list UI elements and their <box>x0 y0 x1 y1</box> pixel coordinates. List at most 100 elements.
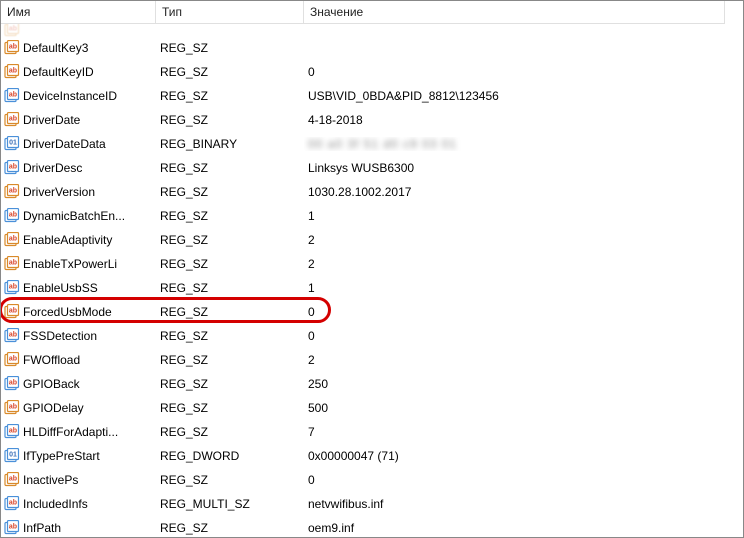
registry-listview[interactable]: Имя Тип Значение ab ab DefaultKey3REG_SZ… <box>1 1 725 537</box>
svg-text:ab: ab <box>9 164 17 171</box>
table-row[interactable]: ab EnableAdaptivity REG_SZ2 <box>1 228 725 252</box>
cell-name: ab ForcedUsbMode <box>1 304 156 320</box>
table-row[interactable]: ab GPIODelayREG_SZ500 <box>1 396 725 420</box>
string-icon: ab <box>4 376 20 392</box>
cell-type: REG_SZ <box>156 305 304 319</box>
name-text: DefaultKey3 <box>23 41 88 55</box>
cell-value: 1030.28.1002.2017 <box>304 185 725 199</box>
string-icon: ab <box>4 496 20 512</box>
string-icon: ab <box>4 280 20 296</box>
cell-value: 250 <box>304 377 725 391</box>
table-row[interactable]: ab DefaultKey3REG_SZ <box>1 36 725 60</box>
table-row[interactable]: 01 IfTypePreStartREG_DWORD0x00000047 (71… <box>1 444 725 468</box>
name-text: FSSDetection <box>23 329 97 343</box>
cell-value: 0 <box>304 65 725 79</box>
cell-name: ab DriverDate <box>1 112 156 128</box>
cell-type: REG_SZ <box>156 65 304 79</box>
name-text: DriverDateData <box>23 137 106 151</box>
blurred-value: 00 a0 3f 51 d0 c9 03 01 <box>308 137 457 151</box>
table-row[interactable]: ab FSSDetectionREG_SZ0 <box>1 324 725 348</box>
cell-value: Linksys WUSB6300 <box>304 161 725 175</box>
table-row[interactable]: ab GPIOBack REG_SZ250 <box>1 372 725 396</box>
table-row[interactable]: ab DriverDescREG_SZLinksys WUSB6300 <box>1 156 725 180</box>
cell-value: 4-18-2018 <box>304 113 725 127</box>
cell-name: 01 IfTypePreStart <box>1 448 156 464</box>
svg-text:ab: ab <box>9 524 17 531</box>
svg-text:ab: ab <box>9 116 17 123</box>
cell-value: netvwifibus.inf <box>304 497 725 511</box>
cell-name: ab DriverVersion <box>1 184 156 200</box>
cell-name: ab GPIODelay <box>1 400 156 416</box>
string-icon: ab <box>4 424 20 440</box>
cell-type: REG_SZ <box>156 161 304 175</box>
string-icon: ab <box>4 64 20 80</box>
svg-text:ab: ab <box>9 500 17 507</box>
string-icon: ab <box>4 88 20 104</box>
table-row[interactable]: ab DynamicBatchEn...REG_SZ1 <box>1 204 725 228</box>
name-text: DeviceInstanceID <box>23 89 117 103</box>
string-icon: ab <box>4 232 20 248</box>
cell-type: REG_SZ <box>156 329 304 343</box>
table-row[interactable]: ab InfPathREG_SZoem9.inf <box>1 516 725 537</box>
cell-value: 00 a0 3f 51 d0 c9 03 01 <box>304 137 725 151</box>
table-row[interactable]: ab ForcedUsbModeREG_SZ0 <box>1 300 725 324</box>
cell-name: ab EnableTxPowerLi <box>1 256 156 272</box>
table-row[interactable]: ab EnableUsbSSREG_SZ1 <box>1 276 725 300</box>
table-row[interactable]: ab InactivePsREG_SZ0 <box>1 468 725 492</box>
name-text: IfTypePreStart <box>23 449 100 463</box>
name-text: EnableAdaptivity <box>23 233 112 247</box>
column-header-type[interactable]: Тип <box>156 1 304 23</box>
table-row[interactable]: ab DefaultKeyIDREG_SZ0 <box>1 60 725 84</box>
svg-text:ab: ab <box>9 188 17 195</box>
table-row[interactable]: ab DeviceInstanceIDREG_SZUSB\VID_0BDA&PI… <box>1 84 725 108</box>
name-text: ForcedUsbMode <box>23 305 112 319</box>
name-text: DriverDate <box>23 113 80 127</box>
string-icon: ab <box>4 352 20 368</box>
string-icon: ab <box>4 328 20 344</box>
svg-text:ab: ab <box>9 44 17 51</box>
cell-value: 0 <box>304 305 725 319</box>
string-icon: ab <box>4 208 20 224</box>
svg-text:ab: ab <box>9 212 17 219</box>
cell-name: ab FSSDetection <box>1 328 156 344</box>
cell-type: REG_SZ <box>156 209 304 223</box>
cell-value: 0x00000047 (71) <box>304 449 725 463</box>
cell-value: 0 <box>304 473 725 487</box>
string-icon: ab <box>4 256 20 272</box>
string-icon: ab <box>4 520 20 536</box>
cell-type: REG_DWORD <box>156 449 304 463</box>
table-row[interactable]: ab IncludedInfsREG_MULTI_SZnetvwifibus.i… <box>1 492 725 516</box>
cell-name: 01 DriverDateData <box>1 136 156 152</box>
cell-name: ab DynamicBatchEn... <box>1 208 156 224</box>
cell-type: REG_SZ <box>156 377 304 391</box>
table-row[interactable]: ab DriverVersionREG_SZ1030.28.1002.2017 <box>1 180 725 204</box>
cell-value: 7 <box>304 425 725 439</box>
column-header-row: Имя Тип Значение <box>1 1 725 24</box>
name-text: GPIOBack <box>23 377 80 391</box>
table-row[interactable]: 01 DriverDateDataREG_BINARY00 a0 3f 51 d… <box>1 132 725 156</box>
cell-value: 2 <box>304 233 725 247</box>
cell-value: 1 <box>304 281 725 295</box>
name-text: DefaultKeyID <box>23 65 94 79</box>
column-header-value[interactable]: Значение <box>304 1 725 23</box>
cell-name: ab InfPath <box>1 520 156 536</box>
cell-type: REG_SZ <box>156 185 304 199</box>
cell-value: 1 <box>304 209 725 223</box>
table-row[interactable]: ab HLDiffForAdapti...REG_SZ7 <box>1 420 725 444</box>
table-row[interactable]: ab FWOffloadREG_SZ2 <box>1 348 725 372</box>
cell-name: ab FWOffload <box>1 352 156 368</box>
cell-name: ab DefaultKeyID <box>1 64 156 80</box>
column-header-name[interactable]: Имя <box>1 1 156 23</box>
string-icon: ab <box>4 112 20 128</box>
cell-type: REG_SZ <box>156 233 304 247</box>
cell-type: REG_SZ <box>156 113 304 127</box>
binary-icon: 01 <box>4 136 20 152</box>
svg-text:ab: ab <box>9 356 17 363</box>
table-row[interactable]: ab DriverDateREG_SZ4-18-2018 <box>1 108 725 132</box>
table-row[interactable]: ab EnableTxPowerLiREG_SZ2 <box>1 252 725 276</box>
svg-text:ab: ab <box>9 92 17 99</box>
cell-type: REG_MULTI_SZ <box>156 497 304 511</box>
cell-value: USB\VID_0BDA&PID_8812\123456 <box>304 89 725 103</box>
svg-text:ab: ab <box>9 404 17 411</box>
table-row-partial: ab <box>1 24 725 36</box>
